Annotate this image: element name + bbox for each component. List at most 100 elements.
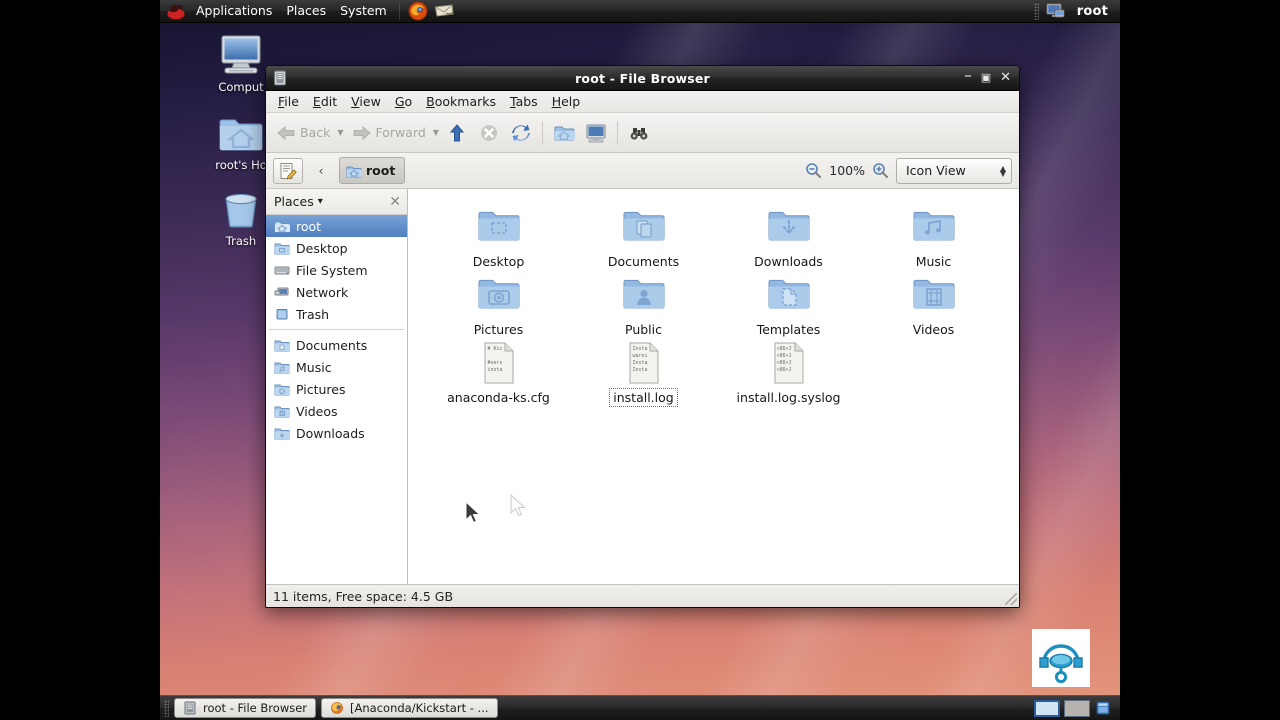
maximize-button[interactable]: ▣ <box>981 72 991 84</box>
menu-bookmarks[interactable]: Bookmarks <box>419 92 503 111</box>
place-videos[interactable]: Videos <box>266 400 407 422</box>
file-item-desktop[interactable]: Desktop <box>426 203 571 270</box>
place-label: Desktop <box>296 240 348 256</box>
reload-button[interactable] <box>505 118 537 148</box>
breadcrumb-prev-button[interactable]: ‹ <box>308 158 334 184</box>
forward-arrow-icon <box>351 122 373 144</box>
pictures-folder-icon <box>274 381 290 397</box>
public-folder-icon <box>571 271 716 319</box>
place-network[interactable]: Network <box>266 281 407 303</box>
panel-user-name[interactable]: root <box>1073 4 1112 19</box>
file-list-view[interactable]: Desktop Documents Downloads Music Pictur… <box>408 189 1019 584</box>
chevron-down-icon[interactable]: ▾ <box>318 196 323 207</box>
text-file-icon: Insta warni Insta Insta <box>571 339 716 387</box>
file-item-install-log-syslog[interactable]: <86>J <86>J <86>J <86>J install.log.sysl… <box>716 339 861 407</box>
mouse-cursor-ghost <box>510 494 528 520</box>
svg-text:<86>J: <86>J <box>776 367 791 373</box>
toolbar-separator <box>541 120 543 145</box>
file-item-anaconda-ks-cfg[interactable]: # Kic #vers insta anaconda-ks.cfg <box>426 339 571 407</box>
trash-applet-icon[interactable] <box>1094 699 1112 717</box>
redhat-logo-icon[interactable] <box>166 2 188 21</box>
place-label: Pictures <box>296 381 346 397</box>
back-dropdown-icon[interactable]: ▼ <box>337 128 343 137</box>
task-firefox[interactable]: [Anaconda/Kickstart - ... <box>321 698 498 718</box>
window-controls: – ▣ ✕ <box>964 68 1019 85</box>
display-settings-icon[interactable] <box>1045 0 1067 22</box>
file-item-label: Desktop <box>472 254 525 269</box>
zoom-out-icon[interactable] <box>805 162 822 179</box>
file-item-videos[interactable]: Videos <box>861 271 1006 338</box>
place-pictures[interactable]: Pictures <box>266 378 407 400</box>
email-launcher-icon[interactable] <box>433 0 455 22</box>
breadcrumb-root[interactable]: root <box>339 157 406 184</box>
forward-button[interactable]: Forward <box>346 118 431 148</box>
home-folder-icon <box>346 163 362 179</box>
menu-view[interactable]: View <box>344 92 388 111</box>
menu-file[interactable]: File <box>271 92 306 111</box>
file-item-downloads[interactable]: Downloads <box>716 203 861 270</box>
toolbar: Back ▼ Forward ▼ <box>266 113 1019 153</box>
back-button[interactable]: Back <box>270 118 335 148</box>
up-button[interactable] <box>441 118 473 148</box>
applications-menu[interactable]: Applications <box>189 1 279 22</box>
computer-button[interactable] <box>580 118 612 148</box>
place-trash[interactable]: Trash <box>266 303 407 325</box>
svg-text:<86>J: <86>J <box>776 346 791 352</box>
place-label: Videos <box>296 403 338 419</box>
window-titlebar[interactable]: root - File Browser – ▣ ✕ <box>266 66 1019 91</box>
home-button[interactable] <box>548 118 580 148</box>
menu-tabs[interactable]: Tabs <box>503 92 545 111</box>
place-desktop[interactable]: Desktop <box>266 237 407 259</box>
menu-edit[interactable]: Edit <box>306 92 344 111</box>
stop-button[interactable] <box>473 118 505 148</box>
status-text: 11 items, Free space: 4.5 GB <box>273 588 454 604</box>
sidebar-close-icon[interactable]: ✕ <box>389 194 401 210</box>
forward-dropdown-icon[interactable]: ▼ <box>433 128 439 137</box>
templates-folder-icon <box>716 271 861 319</box>
sidebar-header[interactable]: Places ▾ ✕ <box>266 189 407 215</box>
status-bar: 11 items, Free space: 4.5 GB <box>266 584 1019 607</box>
place-file-system[interactable]: File System <box>266 259 407 281</box>
pictures-folder-icon <box>426 271 571 319</box>
file-item-documents[interactable]: Documents <box>571 203 716 270</box>
file-item-pictures[interactable]: Pictures <box>426 271 571 338</box>
videos-folder-icon <box>274 403 290 419</box>
bottom-panel: root - File Browser [Anaconda/Kickstart … <box>160 695 1120 720</box>
desktop[interactable]: Applications Places System root Comput r… <box>160 0 1120 720</box>
place-label: File System <box>296 262 368 278</box>
file-browser-icon[interactable] <box>272 70 288 86</box>
minimize-button[interactable]: – <box>964 68 972 83</box>
firefox-launcher-icon[interactable] <box>407 0 429 22</box>
documents-folder-icon <box>274 337 290 353</box>
zoom-in-icon[interactable] <box>872 162 889 179</box>
view-mode-select[interactable]: Icon View ▲ ▼ <box>896 157 1012 184</box>
close-button[interactable]: ✕ <box>1000 71 1011 84</box>
task-file-browser[interactable]: root - File Browser <box>174 698 317 718</box>
resize-grip[interactable] <box>1005 593 1017 605</box>
menu-go[interactable]: Go <box>388 92 419 111</box>
place-downloads[interactable]: Downloads <box>266 422 407 444</box>
place-music[interactable]: Music <box>266 356 407 378</box>
system-menu[interactable]: System <box>333 1 394 22</box>
search-button[interactable] <box>623 118 655 148</box>
file-item-label: Templates <box>756 322 821 337</box>
places-menu[interactable]: Places <box>279 1 333 22</box>
file-item-install-log[interactable]: Insta warni Insta Insta install.log <box>571 339 716 407</box>
file-item-music[interactable]: Music <box>861 203 1006 270</box>
file-item-templates[interactable]: Templates <box>716 271 861 338</box>
place-documents[interactable]: Documents <box>266 334 407 356</box>
place-root[interactable]: root <box>266 215 407 237</box>
workspace-1[interactable] <box>1034 699 1060 717</box>
workspace-2[interactable] <box>1064 699 1090 717</box>
edit-location-button[interactable] <box>273 157 303 184</box>
desktop-folder-icon <box>426 203 571 251</box>
breadcrumb-label: root <box>366 163 396 178</box>
svg-text:<86>J: <86>J <box>776 360 791 366</box>
view-mode-value: Icon View <box>906 163 966 178</box>
sidebar-header-label-wrap: Places ▾ <box>274 194 323 209</box>
file-item-public[interactable]: Public <box>571 271 716 338</box>
firefox-icon <box>330 701 344 715</box>
home-icon <box>553 122 575 144</box>
menu-help[interactable]: Help <box>545 92 588 111</box>
svg-text:Insta: Insta <box>632 360 647 366</box>
